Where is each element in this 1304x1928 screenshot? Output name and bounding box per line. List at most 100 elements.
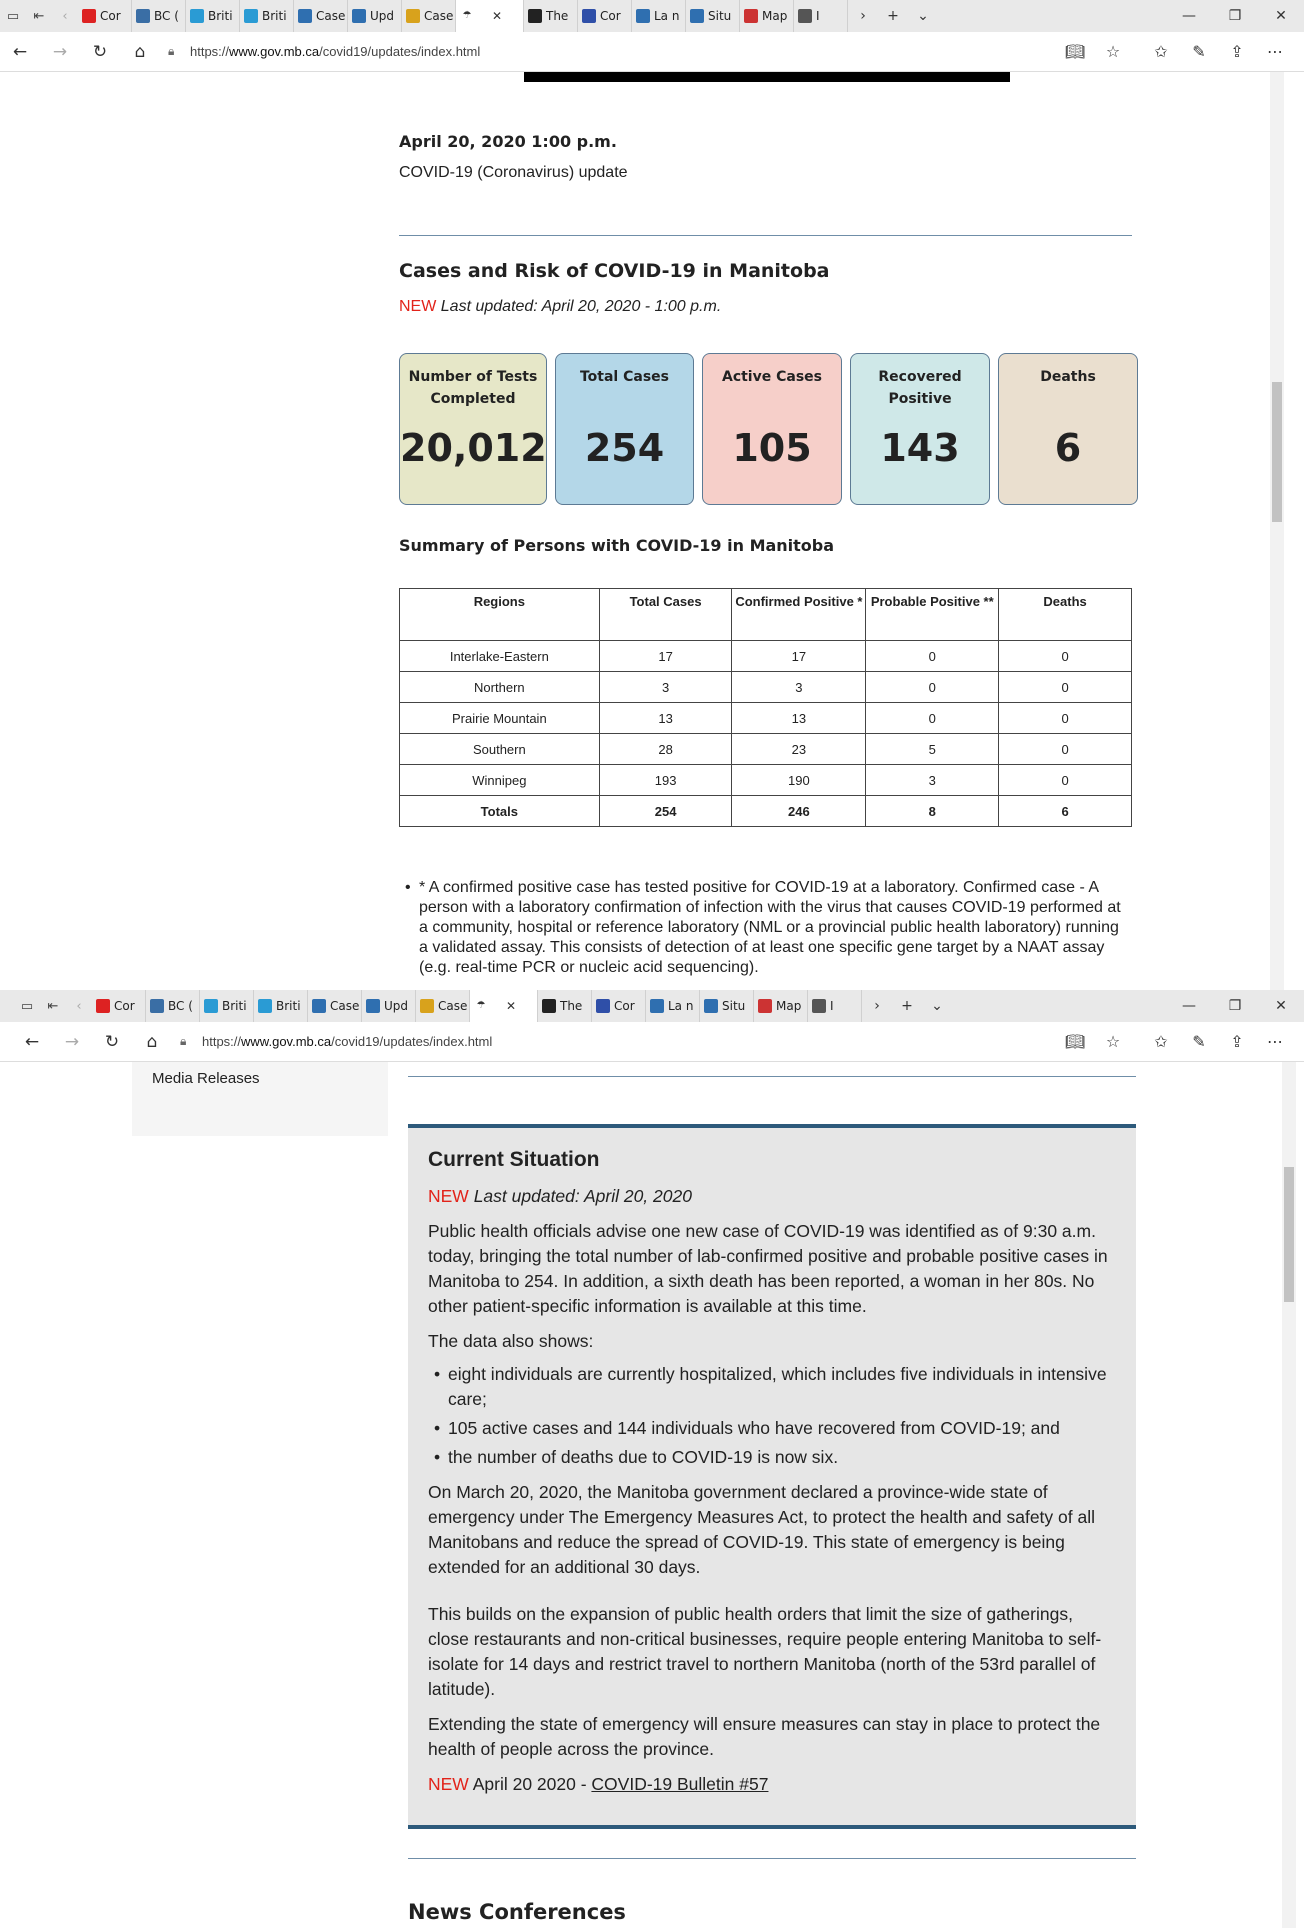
scroll-right-icon[interactable]: › (862, 998, 892, 1014)
url-field[interactable]: 🔒︎ https://www.gov.mb.ca/covid19/updates… (168, 38, 1048, 66)
share-icon[interactable]: ⇪ (1218, 1032, 1256, 1051)
more-icon[interactable]: ⋯ (1256, 1032, 1294, 1051)
table-cell: 193 (598, 764, 733, 796)
tab-actions-icon[interactable]: ▭ (14, 999, 40, 1014)
scroll-thumb[interactable] (1284, 1167, 1294, 1302)
tab-actions-icon[interactable]: ▭ (0, 9, 26, 24)
bulletin-line: NEW April 20 2020 - COVID-19 Bulletin #5… (428, 1772, 1116, 1797)
tab-after-0[interactable]: The (524, 0, 578, 32)
pen-icon[interactable]: ✎ (1180, 1032, 1218, 1051)
tab-after-1[interactable]: Cor (578, 0, 632, 32)
tab-3[interactable]: Briti (254, 990, 308, 1022)
stat-card: Total Cases 254 (555, 353, 694, 505)
tab-after-2[interactable]: La n (646, 990, 700, 1022)
tab-after-5[interactable]: I (808, 990, 862, 1022)
scrollbar[interactable] (1270, 72, 1284, 990)
pen-icon[interactable]: ✎ (1180, 42, 1218, 61)
scroll-right-icon[interactable]: › (848, 8, 878, 24)
stat-card-value: 6 (1054, 426, 1082, 470)
sidebar-media-releases[interactable]: Media Releases (132, 1062, 388, 1087)
tab-3[interactable]: Briti (240, 0, 294, 32)
tab-after-1[interactable]: Cor (592, 990, 646, 1022)
scroll-left-icon[interactable]: ‹ (66, 999, 92, 1014)
tab-5[interactable]: Upd (362, 990, 416, 1022)
favorites-icon[interactable]: ✩ (1142, 42, 1180, 61)
close-tab-icon[interactable]: ✕ (506, 999, 516, 1013)
tab-active[interactable]: ☂ ✕ (456, 0, 524, 32)
back-icon[interactable]: ← (0, 42, 40, 62)
reading-view-icon[interactable]: 📖︎ (1056, 1032, 1094, 1051)
tab-2[interactable]: Briti (200, 990, 254, 1022)
tab-after-5[interactable]: I (794, 0, 848, 32)
tab-after-3[interactable]: Situ (686, 0, 740, 32)
data-bullets: eight individuals are currently hospital… (428, 1362, 1116, 1470)
tab-6[interactable]: Case (402, 0, 456, 32)
scroll-thumb[interactable] (1272, 382, 1282, 522)
close-tab-icon[interactable]: ✕ (492, 9, 502, 23)
new-tab-icon[interactable]: + (892, 998, 922, 1014)
tab-6[interactable]: Case (416, 990, 470, 1022)
tab-label: Situ (722, 999, 746, 1013)
stat-cards: Number of Tests Completed 20,012 Total Cas… (399, 353, 1138, 505)
favorite-star-icon[interactable]: ☆ (1094, 42, 1132, 61)
favorite-star-icon[interactable]: ☆ (1094, 1032, 1132, 1051)
bulletin-link[interactable]: COVID-19 Bulletin #57 (591, 1774, 768, 1794)
forward-icon[interactable]: → (52, 1032, 92, 1052)
tab-4[interactable]: Case (294, 0, 348, 32)
stat-card-value: 254 (584, 426, 665, 470)
cases-heading: Cases and Risk of COVID-19 in Manitoba (399, 260, 830, 282)
minimize-icon[interactable]: — (1166, 990, 1212, 1022)
tab-0[interactable]: Cor (78, 0, 132, 32)
minimize-icon[interactable]: — (1166, 0, 1212, 32)
restore-icon[interactable]: ❐ (1212, 0, 1258, 32)
tab-after-3[interactable]: Situ (700, 990, 754, 1022)
share-icon[interactable]: ⇪ (1218, 42, 1256, 61)
update-datetime: April 20, 2020 1:00 p.m. (399, 132, 617, 151)
tab-favicon-icon (650, 999, 664, 1013)
back-icon[interactable]: ← (12, 1032, 52, 1052)
tab-after-4[interactable]: Map (754, 990, 808, 1022)
tab-after-2[interactable]: La n (632, 0, 686, 32)
tab-active[interactable]: ☂ ✕ (470, 990, 538, 1022)
tab-after-4[interactable]: Map (740, 0, 794, 32)
new-tab-icon[interactable]: + (878, 8, 908, 24)
tab-list-icon[interactable]: ⌄ (922, 998, 952, 1014)
set-aside-tabs-icon[interactable]: ⇤ (26, 9, 52, 24)
scroll-left-icon[interactable]: ‹ (52, 9, 78, 24)
tab-5[interactable]: Upd (348, 0, 402, 32)
restore-icon[interactable]: ❐ (1212, 990, 1258, 1022)
tab-after-0[interactable]: The (538, 990, 592, 1022)
favorites-icon[interactable]: ✩ (1142, 1032, 1180, 1051)
tab-list-icon[interactable]: ⌄ (908, 8, 938, 24)
tab-1[interactable]: BC ( (132, 0, 186, 32)
tab-label: Case (438, 999, 468, 1013)
summary-heading: Summary of Persons with COVID-19 in Mani… (399, 536, 835, 555)
url-field[interactable]: 🔒︎ https://www.gov.mb.ca/covid19/updates… (180, 1028, 1048, 1056)
video-bar (524, 72, 1010, 82)
forward-icon[interactable]: → (40, 42, 80, 62)
stat-card: Recovered Positive 143 (850, 353, 990, 505)
bulletin-date: April 20 2020 - (472, 1774, 592, 1794)
home-icon[interactable]: ⌂ (132, 1032, 172, 1052)
list-item: 105 active cases and 144 individuals who… (428, 1416, 1116, 1441)
refresh-icon[interactable]: ↻ (92, 1032, 132, 1052)
stat-card: Number of Tests Completed 20,012 (399, 353, 547, 505)
set-aside-tabs-icon[interactable]: ⇤ (40, 999, 66, 1014)
tab-favicon-icon (244, 9, 258, 23)
tab-label: Case (424, 9, 454, 23)
tab-label: Map (762, 9, 788, 23)
tab-1[interactable]: BC ( (146, 990, 200, 1022)
tab-0[interactable]: Cor (92, 990, 146, 1022)
close-window-icon[interactable]: ✕ (1258, 990, 1304, 1022)
scrollbar[interactable] (1282, 1062, 1296, 1928)
home-icon[interactable]: ⌂ (120, 42, 160, 62)
more-icon[interactable]: ⋯ (1256, 42, 1294, 61)
tab-2[interactable]: Briti (186, 0, 240, 32)
close-window-icon[interactable]: ✕ (1258, 0, 1304, 32)
reading-view-icon[interactable]: 📖︎ (1056, 42, 1094, 61)
tab-4[interactable]: Case (308, 990, 362, 1022)
divider (408, 1858, 1136, 1859)
tab-label: The (546, 9, 569, 23)
tab-label: Cor (114, 999, 135, 1013)
refresh-icon[interactable]: ↻ (80, 42, 120, 62)
